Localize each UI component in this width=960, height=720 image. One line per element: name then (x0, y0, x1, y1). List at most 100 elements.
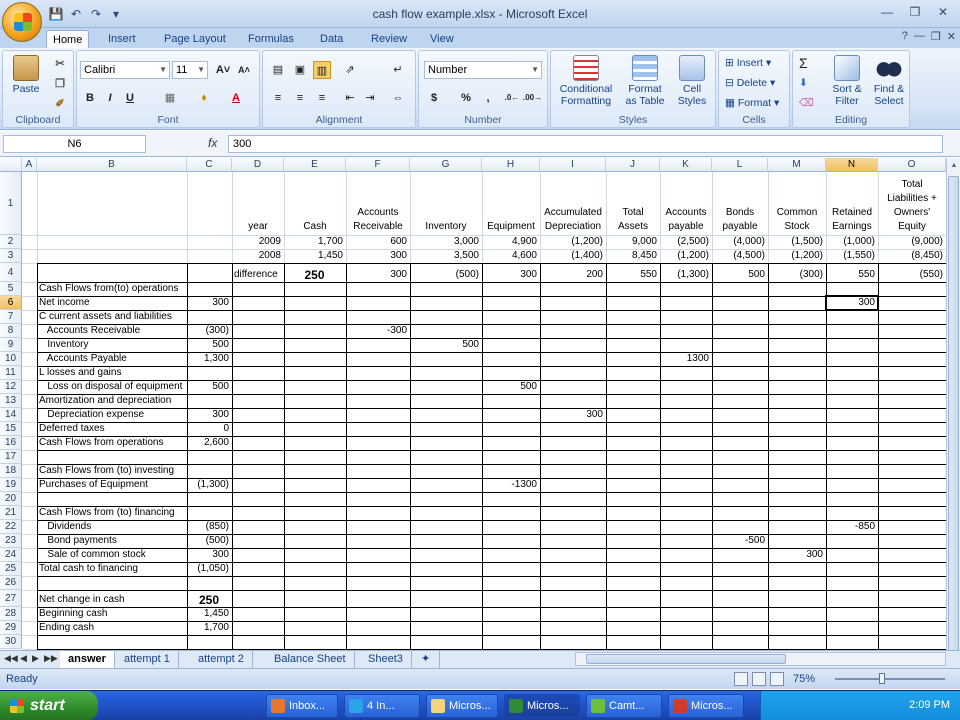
cut-icon[interactable]: ✂ (51, 55, 69, 73)
zoom-level[interactable]: 75% (793, 673, 815, 685)
column-header-b[interactable]: B (37, 158, 187, 172)
merge-center-icon[interactable]: ⇔ (389, 89, 407, 107)
row-header-30[interactable]: 30 (0, 635, 22, 649)
align-center-icon[interactable]: ≡ (291, 89, 309, 107)
last-sheet-icon[interactable]: ▶▶ (44, 653, 58, 664)
taskbar-button-excel[interactable]: Micros... (504, 694, 580, 718)
cell-styles-button[interactable]: Cell Styles (671, 55, 713, 107)
orientation-icon[interactable]: ⇗ (341, 61, 359, 79)
tab-view[interactable]: View (424, 30, 460, 48)
selected-cell-n6[interactable] (825, 295, 879, 311)
column-header-i[interactable]: I (540, 158, 606, 172)
column-header-m[interactable]: M (768, 158, 826, 172)
font-size-combo[interactable]: 11 ▼ (172, 61, 208, 79)
font-name-combo[interactable]: Calibri ▼ (80, 61, 170, 79)
row-header-13[interactable]: 13 (0, 394, 22, 408)
sort-filter-button[interactable]: Sort & Filter (827, 55, 867, 107)
taskbar-button-ie[interactable]: 4 In... (344, 694, 420, 718)
column-header-g[interactable]: G (410, 158, 482, 172)
increase-decimal-icon[interactable]: .0← (503, 89, 521, 107)
row-header-23[interactable]: 23 (0, 534, 22, 548)
fill-color-icon[interactable]: ♦ (195, 89, 213, 107)
row-header-11[interactable]: 11 (0, 366, 22, 380)
formula-input[interactable]: 300 (228, 135, 943, 153)
percent-button[interactable]: % (457, 89, 475, 107)
column-header-a[interactable]: A (22, 158, 37, 172)
underline-button[interactable]: U (121, 89, 139, 107)
grow-font-icon[interactable]: A˅ (214, 61, 232, 79)
row-header-6[interactable]: 6 (0, 296, 22, 310)
row-header-8[interactable]: 8 (0, 324, 22, 338)
column-header-f[interactable]: F (346, 158, 410, 172)
row-header-28[interactable]: 28 (0, 607, 22, 621)
select-all-corner[interactable] (0, 158, 22, 172)
row-header-19[interactable]: 19 (0, 478, 22, 492)
close-button[interactable]: ✕ (930, 3, 956, 21)
row-header-24[interactable]: 24 (0, 548, 22, 562)
format-as-table-button[interactable]: Format as Table (619, 55, 671, 107)
comma-button[interactable]: , (479, 89, 497, 107)
column-header-j[interactable]: J (606, 158, 660, 172)
borders-icon[interactable]: ▦ (161, 89, 179, 107)
row-header-3[interactable]: 3 (0, 249, 22, 263)
clear-icon[interactable]: ⌫ (799, 97, 814, 109)
column-header-o[interactable]: O (878, 158, 946, 172)
italic-button[interactable]: I (101, 89, 119, 107)
taskbar-button-inbox[interactable]: Inbox... (266, 694, 338, 718)
copy-icon[interactable]: ❐ (51, 75, 69, 93)
delete-cells-button[interactable]: ⊟ Delete ▾ (725, 77, 775, 89)
office-button[interactable] (2, 2, 42, 42)
close-workbook-button[interactable]: ✕ (947, 30, 956, 43)
next-sheet-icon[interactable]: ▶ (32, 653, 39, 664)
tab-data[interactable]: Data (314, 30, 349, 48)
row-header-5[interactable]: 5 (0, 282, 22, 296)
number-format-combo[interactable]: Number ▼ (424, 61, 542, 79)
row-header-27[interactable]: 27 (0, 590, 22, 607)
column-header-c[interactable]: C (187, 158, 232, 172)
tab-home[interactable]: Home (46, 30, 90, 48)
row-header-20[interactable]: 20 (0, 492, 22, 506)
horizontal-scroll-thumb[interactable] (586, 654, 786, 664)
row-header-7[interactable]: 7 (0, 310, 22, 324)
horizontal-scrollbar[interactable] (575, 652, 946, 666)
align-bottom-icon[interactable]: ▥ (313, 61, 331, 79)
column-header-l[interactable]: L (712, 158, 768, 172)
row-header-17[interactable]: 17 (0, 450, 22, 464)
taskbar-button-camtasia[interactable]: Camt... (586, 694, 662, 718)
sheet-tab-sheet3[interactable]: Sheet3 (360, 651, 412, 668)
help-icon[interactable]: ? (902, 30, 908, 43)
row-header-25[interactable]: 25 (0, 562, 22, 576)
column-header-h[interactable]: H (482, 158, 540, 172)
wrap-text-icon[interactable]: ↵ (389, 61, 407, 79)
name-box[interactable]: N6 (3, 135, 146, 153)
tab-page-layout[interactable]: Page Layout (158, 30, 232, 48)
column-header-e[interactable]: E (284, 158, 346, 172)
row-header-15[interactable]: 15 (0, 422, 22, 436)
row-header-10[interactable]: 10 (0, 352, 22, 366)
align-right-icon[interactable]: ≡ (313, 89, 331, 107)
zoom-slider-knob[interactable] (879, 673, 885, 684)
fill-icon[interactable]: ⬇ (799, 77, 808, 89)
row-header-12[interactable]: 12 (0, 380, 22, 394)
first-sheet-icon[interactable]: ◀◀ (4, 653, 18, 664)
taskbar-button-explorer[interactable]: Micros... (426, 694, 498, 718)
page-break-view-icon[interactable] (770, 672, 784, 686)
conditional-formatting-button[interactable]: Conditional Formatting (555, 55, 617, 107)
row-header-18[interactable]: 18 (0, 464, 22, 478)
decrease-decimal-icon[interactable]: .00→ (523, 89, 542, 107)
restore-workbook-button[interactable]: ❐ (931, 30, 941, 43)
insert-cells-button[interactable]: ⊞ Insert ▾ (725, 57, 771, 69)
insert-sheet-icon[interactable]: ✦ (418, 651, 440, 668)
find-select-button[interactable]: Find & Select (869, 55, 909, 107)
maximize-button[interactable]: ❐ (902, 3, 928, 21)
scroll-up-icon[interactable]: ▲ (948, 160, 960, 172)
start-button[interactable]: start (0, 691, 98, 720)
sheet-tab-attempt-2[interactable]: attempt 2 (190, 651, 253, 668)
row-header-26[interactable]: 26 (0, 576, 22, 590)
prev-sheet-icon[interactable]: ◀ (20, 653, 27, 664)
tab-review[interactable]: Review (365, 30, 413, 48)
worksheet-grid[interactable]: A B C D E F G H I J K L M N O 1 2 3 4 5 6 7 8 9 10 11 12 13 14 15 16 17… (0, 158, 946, 650)
currency-button[interactable]: $ (425, 89, 443, 107)
row-header-4[interactable]: 4 (0, 263, 22, 282)
align-left-icon[interactable]: ≡ (269, 89, 287, 107)
